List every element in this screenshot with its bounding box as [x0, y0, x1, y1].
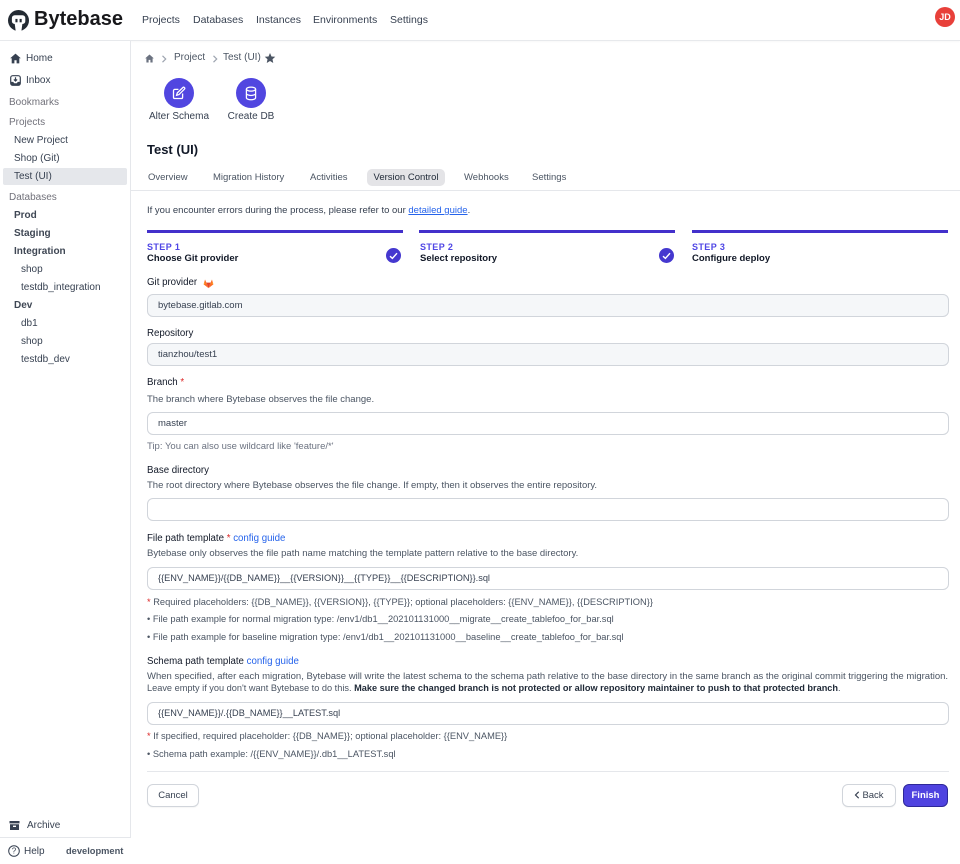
- svg-text:?: ?: [12, 847, 17, 856]
